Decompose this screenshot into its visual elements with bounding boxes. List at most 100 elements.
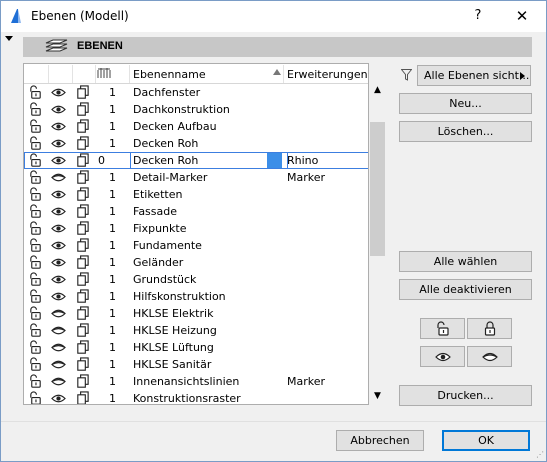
column-separator[interactable] xyxy=(95,65,96,83)
eye-open-icon xyxy=(435,352,451,362)
table-row[interactable]: 1 Konstruktionsraster xyxy=(24,390,368,405)
intersection-group-icon xyxy=(97,68,111,78)
layer-name: Fixpunkte xyxy=(133,222,187,235)
vertical-scrollbar[interactable]: ▲ ▼ xyxy=(369,79,387,405)
table-row[interactable]: 0 Decken Roh Rhino xyxy=(24,152,368,169)
intersection-group-number: 1 xyxy=(109,205,116,218)
table-row[interactable]: 1 Dachfenster xyxy=(24,84,368,101)
close-button[interactable]: ✕ xyxy=(509,6,535,26)
delete-layer-button[interactable]: Löschen... xyxy=(399,121,532,142)
intersection-group-number: 1 xyxy=(109,171,116,184)
layer-color-swatch[interactable] xyxy=(267,153,282,168)
column-separator[interactable] xyxy=(129,65,130,83)
table-row[interactable]: 1 HKLSE Elektrik xyxy=(24,305,368,322)
scroll-up-icon[interactable]: ▲ xyxy=(374,85,381,95)
layers-icon xyxy=(45,39,68,52)
table-row[interactable]: 1 HKLSE Lüftung xyxy=(24,339,368,356)
table-row[interactable]: 1 Geländer xyxy=(24,254,368,271)
intersection-group-number: 1 xyxy=(109,256,116,269)
show-layers-button[interactable] xyxy=(420,346,465,367)
intersection-group-number: 1 xyxy=(109,188,116,201)
lock-layers-button[interactable] xyxy=(467,318,512,339)
layer-name: Grundstück xyxy=(133,273,197,286)
intersection-group-number: 1 xyxy=(109,290,116,303)
unlock-icon[interactable] xyxy=(28,391,43,404)
select-all-button[interactable]: Alle wählen xyxy=(399,251,532,272)
table-row[interactable]: 1 Hilfskonstruktion xyxy=(24,288,368,305)
layer-name: Etiketten xyxy=(133,188,183,201)
title-bar: Ebenen (Modell) ? ✕ xyxy=(1,1,546,32)
layer-name: Dachkonstruktion xyxy=(133,103,230,116)
layer-filter-value: Alle Ebenen sicht... xyxy=(424,69,530,82)
wireframe-box-icon[interactable] xyxy=(75,391,90,404)
print-button[interactable]: Drucken... xyxy=(399,385,532,406)
layer-name: Detail-Marker xyxy=(133,171,208,184)
column-separator[interactable] xyxy=(48,65,49,83)
column-separator[interactable] xyxy=(283,65,284,83)
table-row[interactable]: 1 Fundamente xyxy=(24,237,368,254)
table-row[interactable]: 1 Innenansichtslinien Marker xyxy=(24,373,368,390)
layer-name: Innenansichtslinien xyxy=(133,375,240,388)
intersection-group-number: 1 xyxy=(109,273,116,286)
layer-name: HKLSE Sanitär xyxy=(133,358,212,371)
layer-name: Decken Roh xyxy=(133,154,199,167)
intersection-group-number: 1 xyxy=(109,307,116,320)
table-row[interactable]: 1 Dachkonstruktion xyxy=(24,101,368,118)
intersection-group-number: 1 xyxy=(109,222,116,235)
table-row[interactable]: 1 Fixpunkte xyxy=(24,220,368,237)
layer-name: Konstruktionsraster xyxy=(133,392,241,405)
layer-name: Geländer xyxy=(133,256,184,269)
column-header-extensions[interactable]: Erweiterungen xyxy=(287,68,368,81)
table-row[interactable]: 1 HKLSE Sanitär xyxy=(24,356,368,373)
layer-name: Fassade xyxy=(133,205,178,218)
hide-layers-button[interactable] xyxy=(467,346,512,367)
window-title: Ebenen (Modell) xyxy=(31,9,129,23)
deselect-all-button[interactable]: Alle deaktivieren xyxy=(399,279,532,300)
layer-name: Hilfskonstruktion xyxy=(133,290,226,303)
intersection-group-number: 1 xyxy=(109,324,116,337)
ok-button[interactable]: OK xyxy=(442,430,530,451)
layer-name: HKLSE Lüftung xyxy=(133,341,214,354)
unlock-layers-button[interactable] xyxy=(420,318,465,339)
intersection-group-number: 1 xyxy=(109,358,116,371)
intersection-group-number: 1 xyxy=(109,120,116,133)
table-row[interactable]: 1 Grundstück xyxy=(24,271,368,288)
layer-table: Ebenenname Erweiterungen 1 Dachfenster 1 Da… xyxy=(23,63,369,405)
scroll-thumb[interactable] xyxy=(370,122,385,256)
intersection-group-number: 1 xyxy=(109,103,116,116)
layer-filter-dropdown[interactable]: Alle Ebenen sicht... xyxy=(417,65,531,86)
eye-open-icon[interactable] xyxy=(51,391,66,404)
table-row[interactable]: 1 HKLSE Heizung xyxy=(24,322,368,339)
footer-divider xyxy=(1,421,546,422)
column-header-name[interactable]: Ebenenname xyxy=(133,68,206,81)
lock-icon xyxy=(484,321,496,336)
table-row[interactable]: 1 Etiketten xyxy=(24,186,368,203)
intersection-group-number: 1 xyxy=(109,392,116,405)
intersection-group-number: 1 xyxy=(109,239,116,252)
table-row[interactable]: 1 Fassade xyxy=(24,203,368,220)
section-title: EBENEN xyxy=(77,40,123,52)
intersection-group-number[interactable]: 0 xyxy=(98,154,105,167)
table-row[interactable]: 1 Decken Roh xyxy=(24,135,368,152)
help-button[interactable]: ? xyxy=(467,6,489,26)
eye-closed-icon xyxy=(482,352,498,362)
layer-name: Decken Roh xyxy=(133,137,199,150)
layers-section-header: EBENEN xyxy=(23,37,532,57)
table-row[interactable]: 1 Detail-Marker Marker xyxy=(24,169,368,186)
new-layer-button[interactable]: Neu... xyxy=(399,93,532,114)
layers-dialog: Ebenen (Modell) ? ✕ EBENEN Ebenenname Er… xyxy=(0,0,547,462)
scroll-down-icon[interactable]: ▼ xyxy=(374,391,381,401)
column-separator[interactable] xyxy=(72,65,73,83)
resize-grip-icon[interactable]: ⋰ xyxy=(536,450,544,459)
intersection-group-number: 1 xyxy=(109,341,116,354)
intersection-group-number: 1 xyxy=(109,137,116,150)
layer-name: Decken Aufbau xyxy=(133,120,217,133)
layer-name: HKLSE Heizung xyxy=(133,324,217,337)
cancel-button[interactable]: Abbrechen xyxy=(336,430,424,451)
table-row[interactable]: 1 Decken Aufbau xyxy=(24,118,368,135)
intersection-group-number: 1 xyxy=(109,375,116,388)
table-header: Ebenenname Erweiterungen xyxy=(24,64,368,84)
layer-name: HKLSE Elektrik xyxy=(133,307,214,320)
layer-extension: Marker xyxy=(287,375,326,388)
collapse-arrow-icon[interactable] xyxy=(5,36,13,41)
